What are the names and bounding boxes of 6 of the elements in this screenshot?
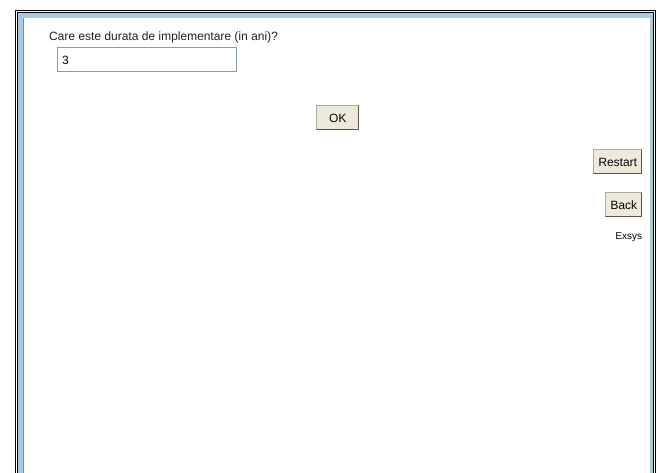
ok-button[interactable]: OK: [316, 105, 360, 130]
nav-button[interactable]: Restart: [593, 149, 642, 174]
answer-field[interactable]: 3: [57, 47, 237, 72]
question-label: Care este durata de implementare (in ani)?: [49, 28, 279, 44]
footer-text: Exsys: [615, 231, 642, 242]
nav-button[interactable]: Back: [605, 192, 642, 217]
